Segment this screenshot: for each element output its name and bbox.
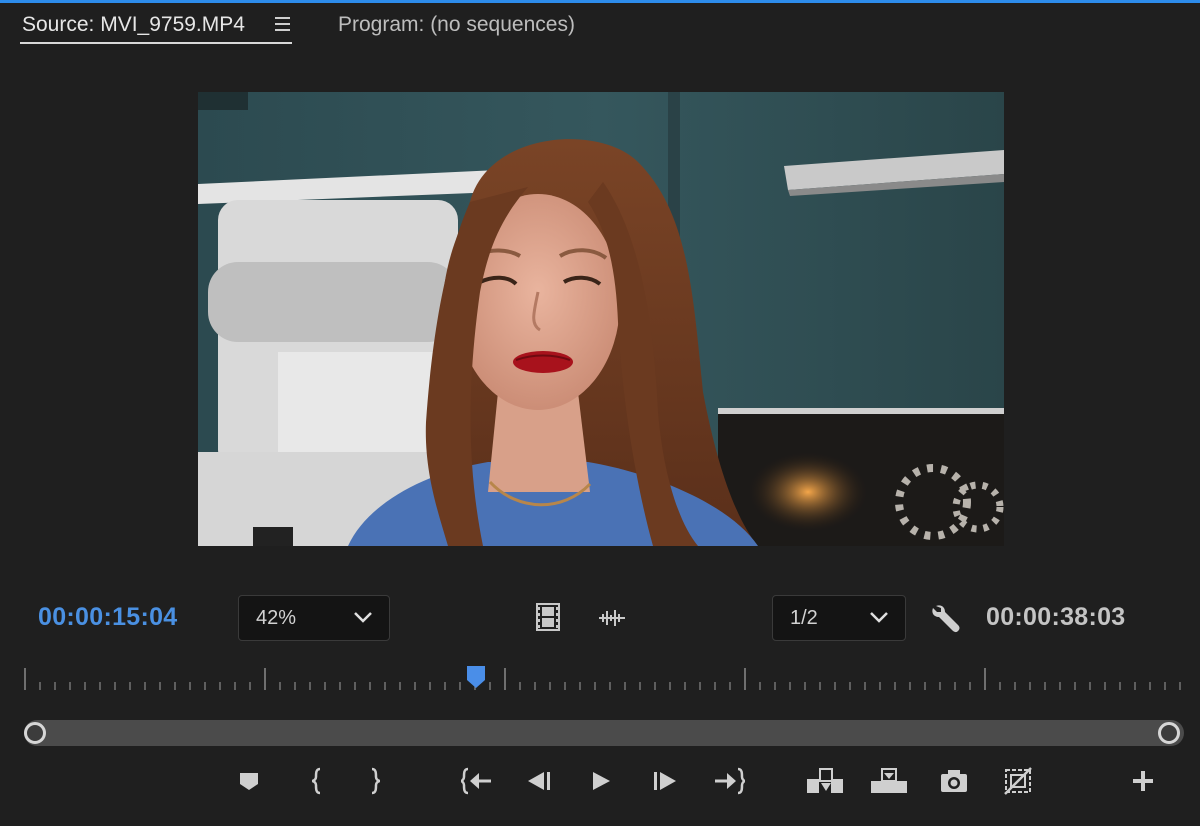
playback-resolution-value: 1/2 (790, 607, 818, 629)
mark-in-icon (311, 767, 321, 795)
mark-out-button[interactable] (364, 766, 386, 796)
button-editor-add-button[interactable] (1130, 766, 1156, 796)
tab-source[interactable]: Source: MVI_9759.MP4 (22, 12, 245, 38)
zoom-scroll-handle-right[interactable] (1158, 722, 1180, 744)
export-frame-button[interactable] (938, 766, 970, 796)
video-frame-image (198, 92, 1004, 546)
active-panel-highlight (0, 0, 1200, 3)
chevron-down-icon (870, 612, 888, 623)
mark-out-icon (371, 767, 381, 795)
wrench-icon[interactable] (930, 602, 962, 639)
go-to-in-icon (460, 767, 491, 795)
mark-in-button[interactable] (306, 766, 328, 796)
go-to-in-button[interactable] (458, 766, 494, 796)
zoom-scroll-handle-left[interactable] (24, 722, 46, 744)
active-tab-underline (20, 42, 292, 44)
step-forward-icon (654, 772, 676, 790)
play-button[interactable] (588, 766, 614, 796)
time-ruler[interactable] (24, 664, 1184, 694)
overwrite-button[interactable] (868, 766, 910, 796)
play-icon (593, 772, 610, 790)
insert-button[interactable] (804, 766, 846, 796)
go-to-out-icon (715, 767, 746, 795)
audio-waveform-icon[interactable] (597, 606, 627, 635)
zoom-level-value: 42% (256, 607, 297, 629)
playhead[interactable] (465, 664, 487, 695)
add-marker-icon (240, 773, 258, 790)
add-marker-button[interactable] (236, 766, 262, 796)
step-back-icon (528, 772, 550, 790)
safe-margins-button[interactable] (1002, 766, 1034, 796)
add-button-icon (1133, 771, 1153, 791)
duration-timecode: 00:00:38:03 (986, 603, 1126, 631)
safe-margins-icon (1004, 767, 1032, 795)
export-frame-icon (941, 770, 967, 792)
current-timecode[interactable]: 00:00:15:04 (38, 603, 178, 632)
playback-resolution-select[interactable]: 1/2 (772, 595, 906, 641)
step-back-button[interactable] (524, 766, 554, 796)
insert-icon (807, 768, 843, 793)
chevron-down-icon (354, 612, 372, 623)
film-strip-icon[interactable] (536, 603, 560, 636)
hamburger-menu-icon[interactable] (275, 14, 291, 34)
overwrite-icon (871, 768, 907, 793)
video-preview[interactable] (198, 92, 1004, 546)
go-to-out-button[interactable] (712, 766, 748, 796)
step-forward-button[interactable] (650, 766, 680, 796)
zoom-level-select[interactable]: 42% (238, 595, 390, 641)
zoom-scroll-bar[interactable] (24, 720, 1184, 746)
tab-program[interactable]: Program: (no sequences) (338, 12, 575, 38)
